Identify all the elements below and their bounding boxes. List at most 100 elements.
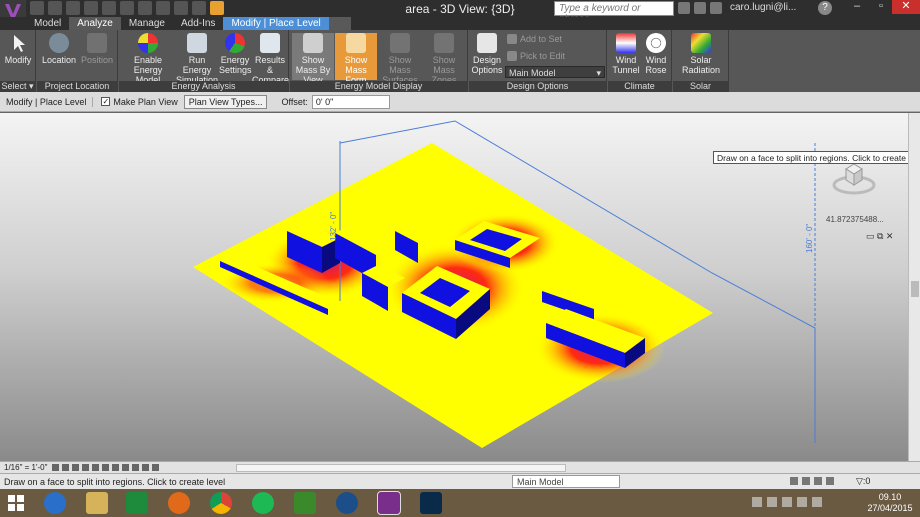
keyboard-icon[interactable] [752, 497, 762, 507]
panel-project-location: Location Position Project Location [37, 30, 118, 92]
lock-view-icon[interactable] [122, 464, 129, 471]
star-icon[interactable] [710, 2, 722, 14]
analysis-display-icon[interactable] [152, 464, 159, 471]
level-elevation-left: 132' - 0" [329, 212, 338, 241]
tab-manage[interactable]: Manage [121, 17, 173, 30]
network-icon[interactable] [797, 497, 807, 507]
view-scale[interactable]: 1/16" = 1'-0" [4, 463, 47, 472]
mass-by-view-icon [303, 33, 323, 53]
help-button[interactable]: ? [818, 1, 832, 15]
selection-filter[interactable]: ▽:0 [856, 476, 870, 487]
plan-view-types-button[interactable]: Plan View Types... [183, 94, 268, 109]
windows-start-icon[interactable] [8, 495, 24, 511]
reveal-hidden-icon[interactable] [142, 464, 149, 471]
wind-rose-button[interactable]: Wind Rose [642, 33, 670, 75]
clock-time: 09.10 [878, 492, 902, 502]
view-window-controls[interactable]: ▭ ⧉ ✕ [866, 231, 893, 242]
select-pinned-icon[interactable] [814, 477, 822, 485]
location-button[interactable]: Location [41, 33, 77, 65]
drag-elements-icon[interactable] [826, 477, 834, 485]
solar-analysis-scene[interactable]: 132' - 0" 160' - 0" [0, 113, 908, 461]
quick-access-toolbar [30, 1, 224, 15]
save-icon[interactable] [48, 1, 62, 15]
subscription-icon[interactable] [694, 2, 706, 14]
view-control-bar: 1/16" = 1'-0" [0, 461, 920, 473]
search-input[interactable]: Type a keyword or phrase [554, 1, 674, 25]
revit-taskbar-icon[interactable] [377, 491, 401, 515]
excel-icon[interactable] [126, 492, 148, 514]
show-mass-zones-button[interactable]: Show Mass Zones [423, 33, 465, 85]
utorrent-icon[interactable] [294, 492, 316, 514]
modify-button[interactable]: Modify [3, 33, 33, 65]
run-energy-simulation-button[interactable]: Run Energy Simulation [176, 33, 218, 85]
add-to-set-button[interactable]: Add to Set [507, 34, 562, 44]
show-mass-surfaces-button[interactable]: Show Mass Surfaces [378, 33, 422, 85]
internet-explorer-icon[interactable] [44, 492, 66, 514]
show-mass-form-button[interactable]: Show Mass Form [335, 33, 377, 85]
flag-icon[interactable] [782, 497, 792, 507]
solar-radiation-button[interactable]: Solar Radiation [676, 33, 726, 75]
energy-settings-button[interactable]: Energy Settings [219, 33, 252, 75]
ribbon-minimize-icon[interactable] [328, 17, 351, 30]
firefox-icon[interactable] [168, 492, 190, 514]
app-blue-icon[interactable] [336, 492, 358, 514]
measure-icon[interactable] [120, 1, 134, 15]
text-icon[interactable] [138, 1, 152, 15]
3d-view-icon[interactable] [156, 1, 170, 15]
vertical-scrollbar[interactable] [908, 113, 920, 461]
detail-level-icon[interactable] [52, 464, 59, 471]
system-clock[interactable]: 09.10 27/04/2015 [862, 492, 918, 514]
photoshop-icon[interactable] [420, 492, 442, 514]
enable-energy-model-button[interactable]: Enable Energy Model [121, 33, 175, 85]
tab-analyze[interactable]: Analyze [69, 17, 121, 30]
volume-icon[interactable] [812, 497, 822, 507]
design-options-button[interactable]: Design Options [471, 33, 503, 75]
open-icon[interactable] [30, 1, 44, 15]
notifications-icon[interactable] [767, 497, 777, 507]
design-option-dropdown[interactable]: Main Model ▾ [505, 66, 605, 78]
worksets-icon[interactable] [790, 477, 798, 485]
file-explorer-icon[interactable] [86, 492, 108, 514]
3d-viewport[interactable]: 132' - 0" 160' - 0" ▭ ⧉ ✕ [0, 113, 908, 461]
wind-tunnel-button[interactable]: Wind Tunnel [611, 33, 641, 75]
visual-style-icon[interactable] [62, 464, 69, 471]
spotify-icon[interactable] [252, 492, 274, 514]
temporary-hide-icon[interactable] [132, 464, 139, 471]
thin-lines-icon[interactable] [192, 1, 206, 15]
chrome-icon[interactable] [210, 492, 232, 514]
user-account[interactable]: caro.lugni@li... [730, 2, 796, 13]
make-plan-view-label: Make Plan View [113, 96, 178, 107]
shadows-icon[interactable] [82, 464, 89, 471]
close-button[interactable]: ✕ [892, 0, 920, 14]
redo-icon[interactable] [84, 1, 98, 15]
tab-add-ins[interactable]: Add-Ins [173, 17, 223, 30]
minimize-button[interactable]: – [844, 0, 870, 14]
print-icon[interactable] [102, 1, 116, 15]
pick-to-edit-button[interactable]: Pick to Edit [507, 51, 565, 61]
sun-path-icon[interactable] [72, 464, 79, 471]
panel-select-label[interactable]: Select ▾ [0, 81, 35, 92]
title-icons [678, 2, 722, 14]
undo-icon[interactable] [66, 1, 80, 15]
tab-model[interactable]: Model [26, 17, 69, 30]
show-mass-by-view-button[interactable]: Show Mass By View [292, 33, 334, 85]
scroll-thumb[interactable] [911, 281, 919, 297]
level-elevation-right: 160' - 0" [805, 224, 814, 253]
show-crop-icon[interactable] [112, 464, 119, 471]
tab-modify-place-level[interactable]: Modify | Place Level [223, 17, 329, 30]
position-button[interactable]: Position [79, 33, 115, 65]
status-design-option-dropdown[interactable]: Main Model [512, 475, 620, 488]
switch-windows-icon[interactable] [210, 1, 224, 15]
settings-icon [225, 33, 245, 53]
crop-view-icon[interactable] [102, 464, 109, 471]
horizontal-scrollbar[interactable] [236, 464, 566, 472]
section-icon[interactable] [174, 1, 188, 15]
ribbon: Modify Select ▾ Location Position Projec… [0, 30, 920, 102]
results-compare-button[interactable]: Results & Compare [252, 33, 289, 85]
select-links-icon[interactable] [802, 477, 810, 485]
offset-input[interactable]: 0' 0" [311, 94, 390, 109]
maximize-button[interactable]: ▫ [868, 0, 894, 14]
binoculars-icon[interactable] [678, 2, 690, 14]
render-icon[interactable] [92, 464, 99, 471]
make-plan-view-checkbox[interactable]: ✓ [101, 97, 111, 106]
